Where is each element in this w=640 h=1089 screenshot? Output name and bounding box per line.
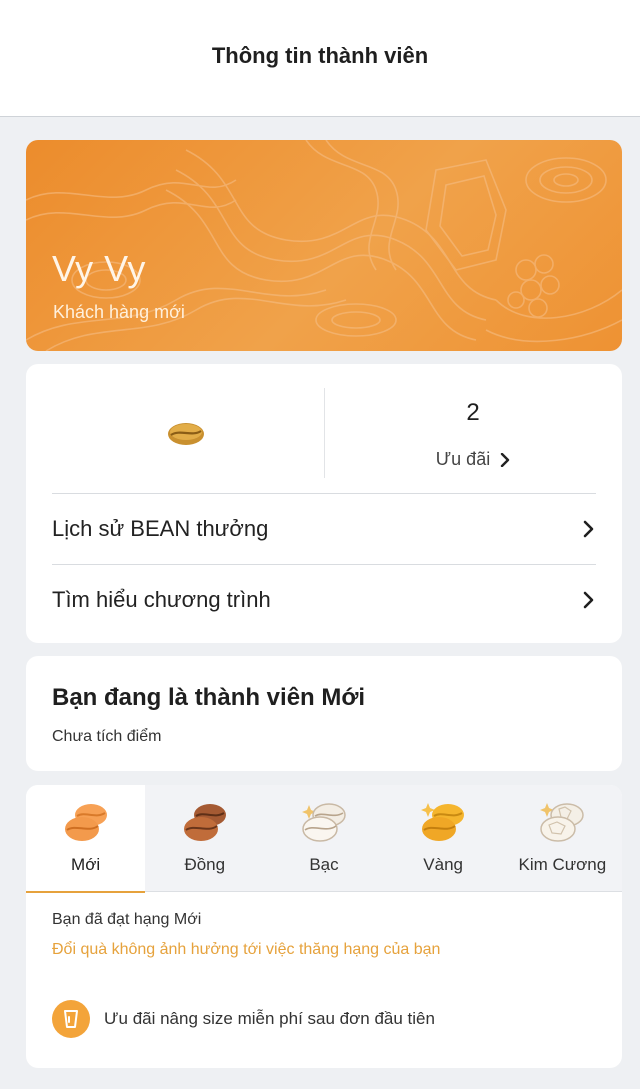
tab-moi[interactable]: Mới (26, 785, 146, 893)
tiers-card: Mới Đồng Bạc Vàng Kim Cương Bạn đã đạt h… (26, 785, 622, 1068)
bean-history-label: Lịch sử BEAN thưởng (52, 516, 269, 541)
coffee-bean-icon (168, 423, 204, 445)
achieved-tier-text: Bạn đã đạt hạng Mới (52, 911, 202, 928)
bean-history-row[interactable]: Lịch sử BEAN thưởng (52, 494, 596, 564)
offers-link[interactable]: Ưu đãi (324, 449, 622, 470)
membership-heading: Bạn đang là thành viên Mới (52, 684, 366, 711)
bean-gold-icon (421, 803, 465, 841)
bean-bronze-icon (183, 804, 226, 841)
bean-diamond-icon (540, 803, 585, 842)
tab-vang[interactable]: Vàng (384, 785, 503, 892)
cup-icon (52, 1000, 90, 1038)
bean-new-icon (64, 804, 107, 841)
tier-tabs: Mới Đồng Bạc Vàng Kim Cương (26, 785, 622, 893)
program-info-row[interactable]: Tìm hiểu chương trình (52, 565, 596, 635)
bean-silver-icon (301, 803, 346, 842)
tab-label: Đồng (184, 855, 226, 874)
chevron-right-icon (583, 591, 594, 609)
tab-label: Bạc (309, 855, 339, 874)
header: Thông tin thành viên (0, 0, 640, 117)
perk-item: Ưu đãi nâng size miễn phí sau đơn đầu ti… (52, 1000, 435, 1038)
membership-status-card: Bạn đang là thành viên Mới Chưa tích điể… (26, 656, 622, 771)
points-status: Chưa tích điểm (52, 728, 162, 745)
member-name: Vy Vy (52, 248, 146, 289)
tab-label: Mới (71, 855, 101, 874)
tab-label: Vàng (423, 855, 463, 874)
page-title: Thông tin thành viên (211, 43, 429, 68)
chevron-right-icon (501, 452, 510, 467)
chevron-right-icon (583, 520, 594, 538)
offer-count: 2 (466, 399, 480, 426)
member-tier: Khách hàng mới (53, 302, 185, 322)
tab-kim-cuong[interactable]: Kim Cương (503, 785, 622, 892)
tier-note: Đổi quà không ảnh hưởng tới việc thăng h… (52, 941, 441, 958)
program-info-label: Tìm hiểu chương trình (52, 587, 271, 612)
tab-dong[interactable]: Đồng (145, 785, 264, 892)
member-card: Vy Vy Khách hàng mới (26, 140, 622, 351)
perk-text: Ưu đãi nâng size miễn phí sau đơn đầu ti… (104, 1009, 435, 1028)
offer-label: Ưu đãi (435, 449, 491, 469)
points-card: 2 Ưu đãi Lịch sử BEAN thưởng Tìm hiểu ch… (26, 364, 622, 643)
tab-bac[interactable]: Bạc (264, 785, 383, 892)
tab-label: Kim Cương (518, 855, 607, 874)
